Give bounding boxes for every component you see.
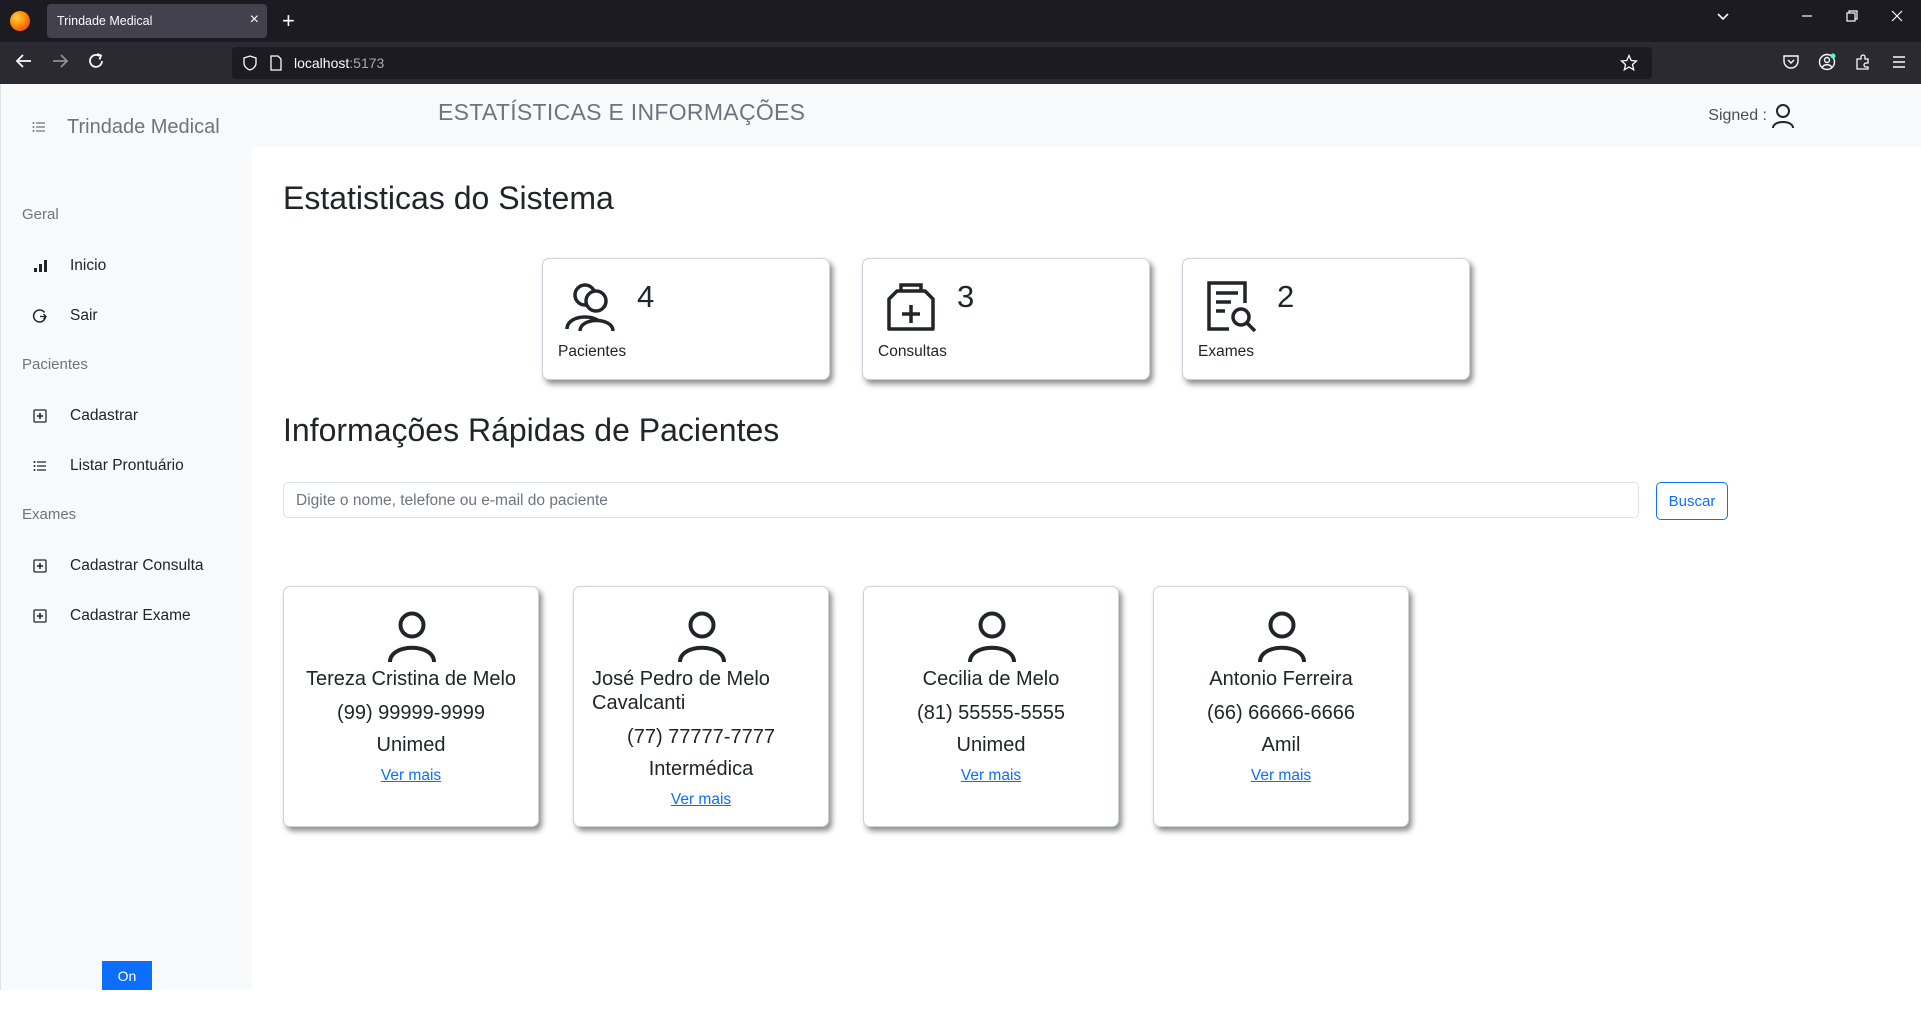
sidebar-item-cadastrar[interactable]: Cadastrar — [32, 405, 138, 427]
stat-value: 2 — [1277, 279, 1295, 314]
patient-phone: (77) 77777-7777 — [627, 726, 775, 748]
page-icon[interactable] — [268, 55, 284, 71]
section-title-pacientes: Pacientes — [22, 356, 88, 373]
sidebar-item-label: Inicio — [70, 257, 107, 274]
stat-value: 3 — [957, 279, 975, 314]
stat-label: Pacientes — [558, 343, 627, 360]
sidebar-item-label: Sair — [70, 307, 98, 324]
url-text[interactable]: localhost:5173 — [294, 55, 384, 71]
on-toggle-button[interactable]: On — [102, 961, 152, 990]
patient-card: José Pedro de Melo Cavalcanti (77) 77777… — [573, 586, 829, 827]
patient-card: Tereza Cristina de Melo (99) 99999-9999 … — [283, 586, 539, 827]
exam-search-icon — [1203, 279, 1259, 335]
ver-mais-link[interactable]: Ver mais — [1172, 761, 1390, 791]
patient-name: Tereza Cristina de Melo — [305, 668, 517, 690]
search-placeholder: Digite o nome, telefone ou e-mail do pac… — [296, 492, 608, 509]
shield-icon[interactable] — [242, 55, 258, 71]
patient-phone: (81) 55555-5555 — [917, 702, 1065, 724]
patient-search-input[interactable]: Digite o nome, telefone ou e-mail do pac… — [283, 482, 1639, 518]
sidebar-item-cadastrar-consulta[interactable]: Cadastrar Consulta — [32, 555, 204, 577]
tab-title: Trindade Medical — [57, 14, 153, 28]
stat-value: 4 — [637, 279, 655, 314]
patient-name: Cecilia de Melo — [922, 668, 1060, 690]
stat-card-exames[interactable]: 2 Exames — [1182, 258, 1470, 380]
stat-label: Exames — [1198, 343, 1254, 360]
patient-plan: Unimed — [956, 734, 1026, 756]
browser-tab[interactable]: Trindade Medical × — [47, 4, 267, 38]
user-avatar-icon — [1257, 611, 1307, 663]
signed-user[interactable]: Signed : — [1708, 103, 1795, 129]
logout-icon — [32, 308, 48, 324]
patient-card: Cecilia de Melo (81) 55555-5555 Unimed V… — [863, 586, 1119, 827]
sidebar-item-label: Cadastrar Consulta — [70, 557, 204, 574]
sidebar: Trindade Medical Geral Inicio Sair Pacie… — [0, 84, 252, 990]
user-avatar-icon — [387, 611, 437, 663]
back-icon[interactable] — [14, 51, 34, 71]
sidebar-item-cadastrar-exame[interactable]: Cadastrar Exame — [32, 605, 191, 627]
plus-square-icon — [32, 558, 48, 574]
stat-label: Consultas — [878, 343, 947, 360]
user-avatar-icon — [677, 611, 727, 663]
ver-mais-link[interactable]: Ver mais — [592, 785, 810, 815]
quick-info-heading: Informações Rápidas de Pacientes — [283, 412, 780, 448]
ver-mais-link[interactable]: Ver mais — [302, 761, 520, 791]
sidebar-item-listar-prontuario[interactable]: Listar Prontuário — [32, 455, 184, 477]
top-header: ESTATÍSTICAS E INFORMAÇÕES Signed : — [251, 84, 1921, 146]
minimize-icon[interactable] — [1800, 9, 1814, 23]
ver-mais-link[interactable]: Ver mais — [882, 761, 1100, 791]
section-title-exames: Exames — [22, 506, 77, 523]
user-avatar-icon — [967, 611, 1017, 663]
user-icon[interactable] — [1771, 103, 1795, 129]
reload-icon[interactable] — [86, 51, 106, 71]
sidebar-item-sair[interactable]: Sair — [32, 305, 98, 327]
bar-chart-icon — [32, 258, 48, 274]
page-title: ESTATÍSTICAS E INFORMAÇÕES — [438, 99, 806, 125]
stat-card-pacientes[interactable]: 4 Pacientes — [542, 258, 830, 380]
menu-icon[interactable] — [1890, 53, 1908, 71]
section-title-geral: Geral — [22, 206, 59, 223]
firefox-logo-icon — [10, 11, 30, 31]
patient-plan: Unimed — [376, 734, 446, 756]
url-bar[interactable]: localhost:5173 — [232, 47, 1652, 79]
sidebar-item-label: Listar Prontuário — [70, 457, 184, 474]
browser-tab-bar: Trindade Medical × + — [0, 0, 1921, 42]
patient-phone: (99) 99999-9999 — [337, 702, 485, 724]
brand-name: Trindade Medical — [67, 115, 220, 138]
patient-name: José Pedro de Melo Cavalcanti — [592, 668, 770, 714]
patient-plan: Intermédica — [648, 758, 754, 780]
new-tab-icon[interactable]: + — [282, 8, 295, 34]
patient-name: Antonio Ferreira — [1209, 668, 1353, 690]
list-icon — [32, 458, 48, 474]
patient-card: Antonio Ferreira (66) 66666-6666 Amil Ve… — [1153, 586, 1409, 827]
browser-nav-bar: localhost:5173 — [0, 42, 1921, 84]
medical-bag-icon — [883, 279, 939, 335]
forward-icon[interactable] — [50, 51, 70, 71]
sidebar-toggle-list-icon[interactable] — [31, 119, 47, 135]
tab-list-chevron-icon[interactable] — [1716, 9, 1730, 23]
sidebar-item-label: Cadastrar Exame — [70, 607, 191, 624]
account-icon[interactable] — [1818, 53, 1836, 71]
patients-icon — [563, 279, 619, 335]
search-button[interactable]: Buscar — [1656, 482, 1728, 520]
close-window-icon[interactable] — [1890, 9, 1904, 23]
sidebar-item-inicio[interactable]: Inicio — [32, 255, 106, 277]
extensions-icon[interactable] — [1854, 53, 1872, 71]
sidebar-item-label: Cadastrar — [70, 407, 139, 424]
bookmark-star-icon[interactable] — [1620, 54, 1638, 72]
tab-close-icon[interactable]: × — [250, 11, 259, 29]
plus-square-icon — [32, 608, 48, 624]
plus-square-icon — [32, 408, 48, 424]
signed-label: Signed : — [1708, 107, 1767, 124]
restore-icon[interactable] — [1845, 9, 1859, 23]
sidebar-brand[interactable]: Trindade Medical — [31, 112, 220, 142]
stats-heading: Estatisticas do Sistema — [283, 180, 614, 216]
app-root: Trindade Medical Geral Inicio Sair Pacie… — [0, 84, 1921, 1031]
patient-plan: Amil — [1261, 734, 1301, 756]
patient-phone: (66) 66666-6666 — [1207, 702, 1355, 724]
stat-card-consultas[interactable]: 3 Consultas — [862, 258, 1150, 380]
pocket-icon[interactable] — [1782, 53, 1800, 71]
